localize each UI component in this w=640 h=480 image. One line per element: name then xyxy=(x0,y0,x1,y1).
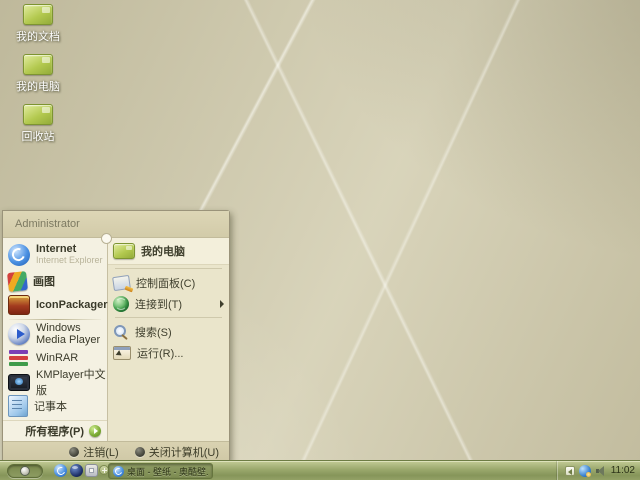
desktop-icon-recycle-bin[interactable]: 回收站 xyxy=(6,104,70,154)
menu-item-label: 控制面板(C) xyxy=(136,277,196,290)
start-menu-footer: 注销(L) 关闭计算机(U) xyxy=(3,441,229,462)
desktop-icon-label: 我的文档 xyxy=(16,31,60,43)
shut-down-label: 关闭计算机(U) xyxy=(148,447,219,459)
menu-item-run[interactable]: 运行(R)... xyxy=(108,342,229,363)
start-menu-body: Internet Internet Explorer 画图 IconPackag… xyxy=(3,233,229,441)
menu-item-windows-media-player[interactable]: Windows Media Player xyxy=(3,322,107,346)
menu-separator xyxy=(115,317,222,318)
start-orb-icon xyxy=(20,466,30,476)
desktop-icon-my-documents[interactable]: 我的文档 xyxy=(6,4,70,54)
connect-to-icon xyxy=(113,295,129,312)
desktop-icon-my-computer[interactable]: 我的电脑 xyxy=(6,54,70,104)
menu-item-my-computer[interactable]: 我的电脑 xyxy=(108,238,229,265)
my-documents-icon xyxy=(23,4,53,25)
menu-item-control-panel[interactable]: 控制面板(C) xyxy=(108,272,229,293)
start-menu-right-column: 我的电脑 控制面板(C) 连接到(T) 搜索(S) 运行(R)... xyxy=(108,238,229,441)
menu-item-label: 记事本 xyxy=(34,401,67,413)
menu-item-label: WinRAR xyxy=(36,352,79,364)
all-programs-label: 所有程序(P) xyxy=(25,426,84,438)
divider-notch xyxy=(101,233,112,244)
menu-item-label: Internet xyxy=(36,243,77,255)
search-icon xyxy=(113,324,129,339)
menu-item-notepad[interactable]: 记事本 xyxy=(3,394,107,418)
desktop-icon-list: 我的文档 我的电脑 回收站 xyxy=(6,4,70,154)
run-icon xyxy=(113,345,131,360)
taskbar-clock[interactable]: 11:02 xyxy=(610,465,635,476)
start-menu: Administrator Internet Internet Explorer… xyxy=(2,210,230,463)
quicklaunch-ball-icon[interactable] xyxy=(70,464,83,477)
desktop-icon-label: 我的电脑 xyxy=(16,81,60,93)
menu-separator xyxy=(115,268,222,269)
desktop-icon-label: 回收站 xyxy=(21,131,55,143)
menu-item-connect-to[interactable]: 连接到(T) xyxy=(108,293,229,314)
menu-item-kmplayer[interactable]: KMPlayer中文版 xyxy=(3,369,107,397)
menu-separator xyxy=(9,319,101,320)
menu-item-iconpackager[interactable]: IconPackager xyxy=(3,293,108,317)
screen: 我的文档 我的电脑 回收站 Administrator Internet Int… xyxy=(0,0,640,480)
menu-item-label: 搜索(S) xyxy=(135,326,172,339)
all-programs-arrow-icon xyxy=(89,425,101,437)
menu-item-sublabel: Internet Explorer xyxy=(36,255,103,265)
start-menu-header: Administrator xyxy=(3,211,229,238)
start-button[interactable] xyxy=(7,464,43,478)
tray-network-icon[interactable] xyxy=(578,464,591,477)
menu-item-label: IconPackager xyxy=(36,299,108,311)
submenu-arrow-icon xyxy=(220,299,224,308)
tray-volume-icon[interactable] xyxy=(595,465,606,476)
shut-down-button[interactable]: 关闭计算机(U) xyxy=(134,444,219,460)
media-player-icon xyxy=(8,323,30,345)
internet-explorer-icon xyxy=(8,244,30,266)
log-off-icon xyxy=(69,447,80,457)
all-programs-button[interactable]: 所有程序(P) xyxy=(3,420,107,441)
system-tray: 11:02 xyxy=(556,461,640,480)
quicklaunch-ie-icon[interactable] xyxy=(54,464,67,477)
notepad-icon xyxy=(8,395,28,417)
start-menu-left-column: Internet Internet Explorer 画图 IconPackag… xyxy=(3,238,108,441)
taskbar: 桌面 - 壁纸 - 奥酷壁... 11:02 xyxy=(0,460,640,480)
menu-item-internet[interactable]: Internet Internet Explorer xyxy=(3,241,107,269)
menu-item-search[interactable]: 搜索(S) xyxy=(108,321,229,342)
kmplayer-icon xyxy=(8,373,30,391)
menu-item-label: Windows Media Player xyxy=(36,322,101,346)
menu-item-label: 画图 xyxy=(33,276,55,288)
iconpackager-icon xyxy=(8,295,30,315)
tray-hidden-icons-icon[interactable] xyxy=(564,465,575,476)
recycle-bin-icon xyxy=(23,104,53,125)
menu-item-paint[interactable]: 画图 xyxy=(3,269,107,293)
menu-item-label: 连接到(T) xyxy=(135,298,183,311)
taskbar-window-button[interactable]: 桌面 - 壁纸 - 奥酷壁... xyxy=(108,463,213,479)
paint-icon xyxy=(7,270,28,292)
my-computer-icon xyxy=(113,243,135,259)
menu-item-label: 我的电脑 xyxy=(141,246,185,258)
user-name: Administrator xyxy=(15,218,80,230)
control-panel-icon xyxy=(112,274,131,291)
window-button-label: 桌面 - 壁纸 - 奥酷壁... xyxy=(127,466,208,477)
menu-item-label: 运行(R)... xyxy=(137,347,184,360)
shut-down-icon xyxy=(134,447,145,457)
window-ie-icon xyxy=(113,465,124,477)
log-off-label: 注销(L) xyxy=(83,447,119,459)
quicklaunch-window-icon[interactable] xyxy=(85,464,98,477)
log-off-button[interactable]: 注销(L) xyxy=(69,444,119,460)
winrar-icon xyxy=(8,349,30,368)
my-computer-icon xyxy=(23,54,53,75)
